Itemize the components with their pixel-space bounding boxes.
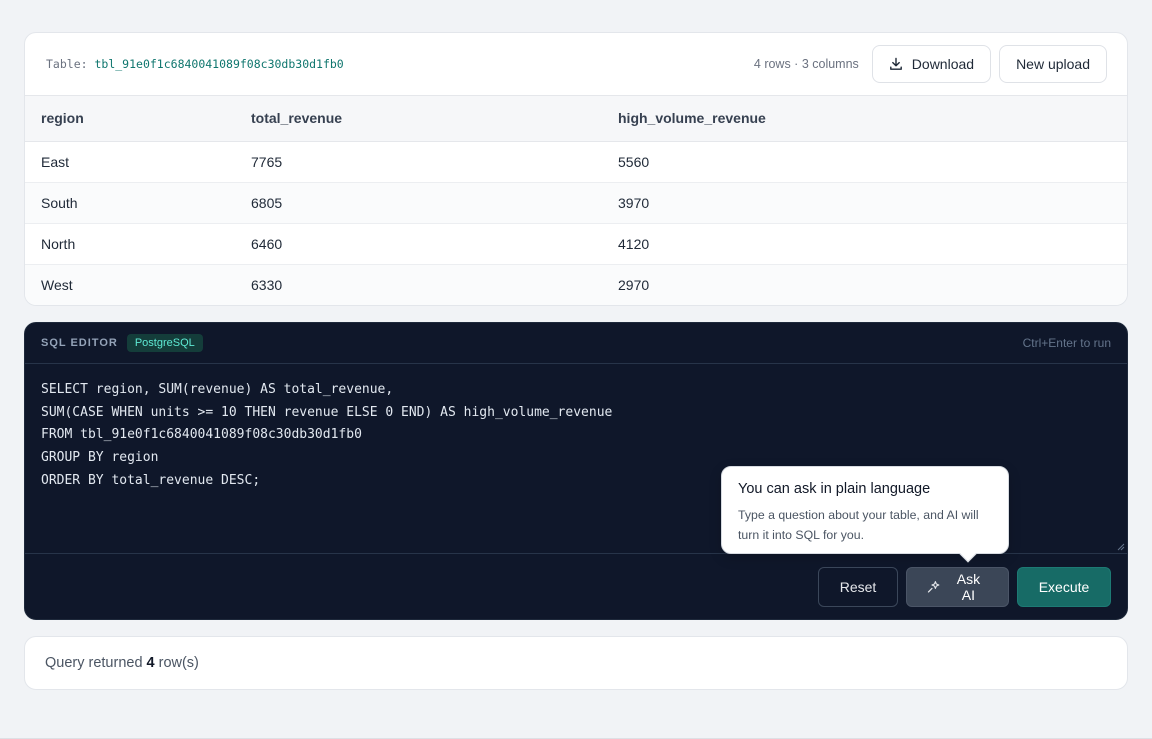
ask-ai-label: Ask AI <box>956 571 981 603</box>
execute-button[interactable]: Execute <box>1017 567 1111 607</box>
table-cell: 2970 <box>618 276 650 293</box>
tooltip-title: You can ask in plain language <box>738 481 931 497</box>
table-cell: 6805 <box>235 182 602 224</box>
table-row: East 7765 5560 <box>25 141 1127 183</box>
table-name-prefix: Table: <box>46 57 88 71</box>
sparkle-icon <box>927 581 940 593</box>
table-row: West 6330 2970 <box>25 264 1127 305</box>
reset-button[interactable]: Reset <box>818 567 898 607</box>
table-cell: 5560 <box>602 141 1127 183</box>
dialect-badge: PostgreSQL <box>126 334 203 352</box>
status-prefix: Query returned <box>45 655 143 671</box>
ask-ai-button[interactable]: Ask AI <box>906 567 1009 607</box>
table-cell: North <box>25 223 235 265</box>
editor-actions: Reset Ask AI Execute <box>818 567 1111 607</box>
table-row: South 6805 3970 <box>25 182 1127 224</box>
table-meta: 4 rows · 3 columns <box>753 57 859 71</box>
table-cell: 3970 <box>602 182 1127 224</box>
table-header-row: region total_revenue high_volume_revenue <box>25 96 1127 142</box>
table-cell: 6330 <box>251 276 283 293</box>
download-label: Download <box>911 56 975 72</box>
status-row-count: 4 <box>146 655 155 671</box>
editor-label: SQL EDITOR <box>41 337 118 349</box>
download-icon <box>889 57 902 70</box>
editor-toolbar: SQL EDITOR PostgreSQL Ctrl+Enter to run <box>25 323 1127 364</box>
table-cell: West <box>41 276 73 293</box>
table-name: Table: tbl_91e0f1c6840041089f08c30db30d1… <box>46 57 344 71</box>
download-button[interactable]: Download <box>871 45 992 83</box>
column-header[interactable]: region <box>25 96 235 142</box>
table-name-value: tbl_91e0f1c6840041089f08c30db30d1fb0 <box>94 57 344 71</box>
sql-code: SELECT region, SUM(revenue) AS total_rev… <box>41 382 613 488</box>
table-cell: South <box>25 182 235 224</box>
status-suffix: row(s) <box>158 655 199 671</box>
ask-ai-tooltip: You can ask in plain language Type a que… <box>721 466 1009 563</box>
result-table: region total_revenue high_volume_revenue… <box>25 96 1127 305</box>
resize-handle-icon[interactable] <box>1116 542 1125 551</box>
table-cell: 7765 <box>235 141 602 183</box>
table-header-bar: Table: tbl_91e0f1c6840041089f08c30db30d1… <box>25 33 1127 96</box>
table-cell: East <box>25 141 235 183</box>
result-table-card: Table: tbl_91e0f1c6840041089f08c30db30d1… <box>24 32 1128 306</box>
table-row: North 6460 4120 <box>25 223 1127 265</box>
column-header[interactable]: total_revenue <box>235 96 602 142</box>
tooltip-body: Type a question about your table, and AI… <box>738 508 979 542</box>
table-cell: 4120 <box>602 223 1127 265</box>
run-shortcut-hint: Ctrl+Enter to run <box>1022 336 1111 350</box>
new-upload-button[interactable]: New upload <box>999 45 1107 83</box>
query-status-card: Query returned 4 row(s) <box>24 636 1128 690</box>
table-cell: 6460 <box>235 223 602 265</box>
column-header[interactable]: high_volume_revenue <box>602 96 1127 142</box>
